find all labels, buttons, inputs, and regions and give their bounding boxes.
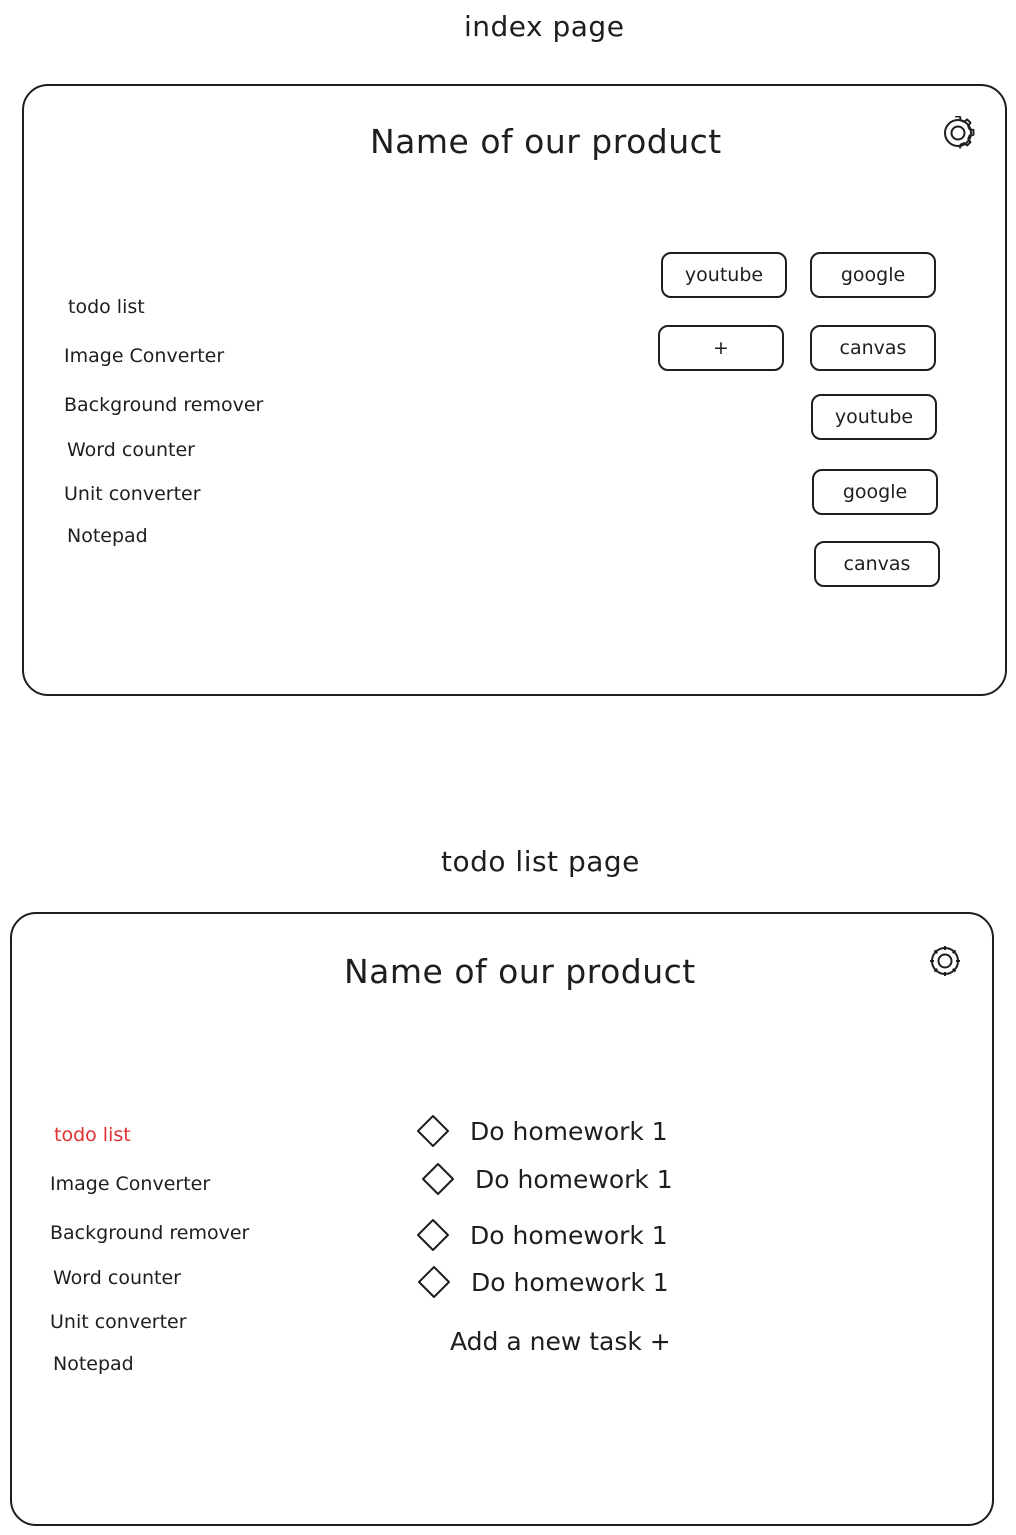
add-task-button[interactable]: Add a new task + bbox=[450, 1327, 671, 1356]
shortcut-youtube-button[interactable]: youtube bbox=[661, 252, 787, 298]
sidebar-item-notepad[interactable]: Notepad bbox=[53, 1353, 134, 1375]
diamond-checkbox-icon[interactable] bbox=[416, 1218, 450, 1252]
task-item: Do homework 1 bbox=[416, 1215, 668, 1255]
task-label: Do homework 1 bbox=[475, 1164, 673, 1194]
index-product-title: Name of our product bbox=[370, 122, 722, 161]
gear-icon[interactable] bbox=[941, 116, 975, 150]
gear-icon[interactable] bbox=[928, 944, 962, 978]
task-label: Do homework 1 bbox=[470, 1220, 668, 1250]
sidebar-item-background-remover[interactable]: Background remover bbox=[64, 394, 263, 416]
shortcut-canvas-button[interactable]: canvas bbox=[814, 541, 940, 587]
sidebar-item-todo-list[interactable]: todo list bbox=[68, 296, 145, 318]
todo-product-title: Name of our product bbox=[344, 952, 696, 991]
diamond-checkbox-icon[interactable] bbox=[416, 1114, 450, 1148]
diamond-checkbox-icon[interactable] bbox=[417, 1265, 451, 1299]
task-label: Do homework 1 bbox=[470, 1116, 668, 1146]
sidebar-item-todo-list[interactable]: todo list bbox=[54, 1124, 131, 1146]
diamond-checkbox-icon[interactable] bbox=[421, 1162, 455, 1196]
shortcut-google-button[interactable]: google bbox=[812, 469, 938, 515]
shortcut-canvas-button[interactable]: canvas bbox=[810, 325, 936, 371]
sidebar-item-word-counter[interactable]: Word counter bbox=[67, 439, 195, 461]
sidebar-item-notepad[interactable]: Notepad bbox=[67, 525, 148, 547]
add-shortcut-button[interactable]: + bbox=[658, 325, 784, 371]
todo-page-label: todo list page bbox=[441, 845, 640, 878]
index-page-frame: Name of our product todo list Image Conv… bbox=[22, 84, 1007, 696]
task-item: Do homework 1 bbox=[417, 1262, 669, 1302]
index-page-label: index page bbox=[464, 10, 625, 43]
sidebar-item-image-converter[interactable]: Image Converter bbox=[64, 345, 224, 367]
task-item: Do homework 1 bbox=[416, 1111, 668, 1151]
shortcut-youtube-button[interactable]: youtube bbox=[811, 394, 937, 440]
sidebar-item-image-converter[interactable]: Image Converter bbox=[50, 1173, 210, 1195]
sidebar-item-unit-converter[interactable]: Unit converter bbox=[64, 483, 201, 505]
todo-page-frame: Name of our product todo list Image Conv… bbox=[10, 912, 994, 1526]
task-label: Do homework 1 bbox=[471, 1267, 669, 1297]
shortcut-google-button[interactable]: google bbox=[810, 252, 936, 298]
task-item: Do homework 1 bbox=[421, 1159, 673, 1199]
sidebar-item-unit-converter[interactable]: Unit converter bbox=[50, 1311, 187, 1333]
sidebar-item-background-remover[interactable]: Background remover bbox=[50, 1222, 249, 1244]
sidebar-item-word-counter[interactable]: Word counter bbox=[53, 1267, 181, 1289]
